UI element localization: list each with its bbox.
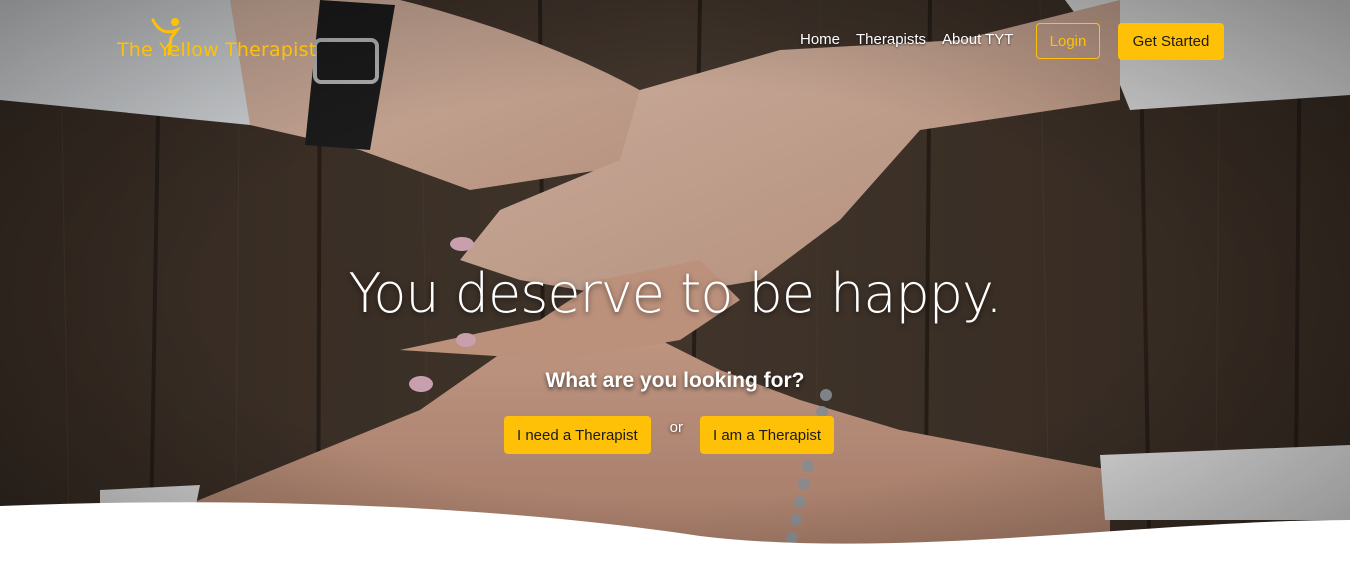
nav-link-home[interactable]: Home — [800, 31, 840, 48]
nav-links: Home Therapists About TYT — [800, 31, 1029, 48]
nav-link-about[interactable]: About TYT — [942, 31, 1013, 48]
wave-divider — [0, 502, 1350, 588]
need-therapist-button[interactable]: I need a Therapist — [504, 416, 651, 454]
login-button[interactable]: Login — [1036, 23, 1100, 59]
get-started-button[interactable]: Get Started — [1118, 23, 1224, 60]
brand-logo[interactable]: The Yellow Therapist — [117, 18, 316, 68]
or-separator: or — [669, 419, 683, 436]
nav-link-therapists[interactable]: Therapists — [856, 31, 926, 48]
hero-section: The Yellow Therapist Home Therapists Abo… — [0, 0, 1350, 588]
hero-headline: You deserve to be happy. — [348, 262, 1003, 325]
person-figure-icon — [151, 18, 182, 56]
hero-question: What are you looking for? — [545, 369, 805, 392]
navbar: The Yellow Therapist Home Therapists Abo… — [0, 0, 1350, 86]
am-therapist-button[interactable]: I am a Therapist — [699, 416, 835, 454]
cta-row: I need a Therapist or I am a Therapist — [504, 416, 835, 454]
